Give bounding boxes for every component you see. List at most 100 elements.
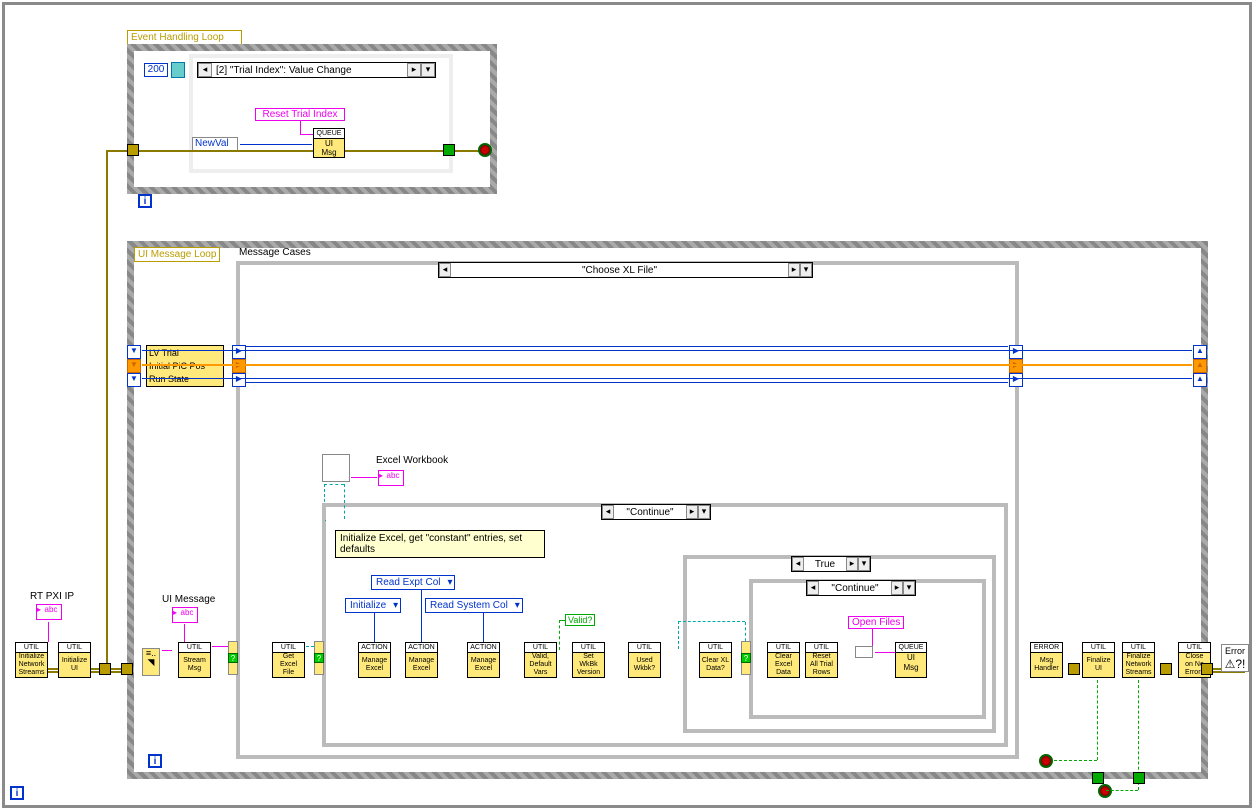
tunnel-icon: ▶ <box>1009 345 1023 359</box>
clear-excel-data-vi[interactable]: UTIL Clear Excel Data <box>767 642 800 678</box>
reset-all-trial-rows-vi[interactable]: UTIL Reset All Trial Rows <box>805 642 838 678</box>
continue-case-selector[interactable]: ◂ "Continue" ▸ ▾ <box>601 504 711 520</box>
shift-register-left: ▼ ▼ ▼ <box>127 345 141 387</box>
wire <box>246 382 1008 383</box>
next-case-icon[interactable]: ▸ <box>891 581 903 595</box>
sr-up-icon: ▲ <box>1193 373 1207 387</box>
util-band: UTIL <box>525 643 556 653</box>
rt-pxi-ip-control-icon[interactable]: abc <box>36 604 62 620</box>
ui-msg-queue-vi-2[interactable]: QUEUE UI Msg <box>895 642 927 678</box>
tunnel-icon: ▶ <box>1009 359 1023 373</box>
wire <box>559 620 560 650</box>
msg-handler-vi[interactable]: ERROR Msg Handler <box>1030 642 1063 678</box>
wire <box>374 612 375 642</box>
prev-case-icon[interactable]: ◂ <box>198 63 212 77</box>
selector-terminal-3: ? <box>741 641 751 675</box>
open-files-constant[interactable]: Open Files <box>848 616 904 629</box>
true-case-selector[interactable]: ◂ True ▸ ▾ <box>791 556 871 572</box>
tunnel <box>121 663 133 675</box>
valid-default-vars-vi[interactable]: UTIL Valid, Default Vars <box>524 642 557 678</box>
vi-body: Finalize Network Streams <box>1123 653 1154 677</box>
case-dropdown-icon[interactable]: ▾ <box>698 505 710 519</box>
wire <box>240 144 312 145</box>
case-dropdown-icon[interactable]: ▾ <box>421 63 435 77</box>
ui-msg-queue-vi[interactable]: QUEUE UI Msg <box>313 128 345 158</box>
finalize-network-streams-vi[interactable]: UTIL Finalize Network Streams <box>1122 642 1155 678</box>
stop-terminal-ui-loop <box>1039 754 1053 768</box>
next-case-icon[interactable]: ▸ <box>407 63 421 77</box>
queue-body: UI Msg <box>896 653 926 673</box>
wire <box>483 612 484 642</box>
manage-excel-1-vi[interactable]: ACTION Manage Excel <box>358 642 391 678</box>
get-excel-file-vi[interactable]: UTIL Get Excel File <box>272 642 305 678</box>
timeout-constant[interactable]: 200 <box>144 63 168 77</box>
next-case-icon[interactable]: ▸ <box>788 263 800 277</box>
wire <box>324 484 344 485</box>
vi-body: Clear XL Data? <box>700 653 731 677</box>
error-handler-vi[interactable]: Error ⚠?! <box>1221 644 1249 672</box>
wire <box>142 378 1192 379</box>
vi-body: Set WkBk Version <box>573 653 604 677</box>
wire <box>137 150 313 152</box>
initialize-network-streams-vi[interactable]: UTIL Initialize Network Streams <box>15 642 48 678</box>
wire <box>142 364 1192 366</box>
continue2-case-selector[interactable]: ◂ "Continue" ▸ ▾ <box>806 580 916 596</box>
error-wire-v1 <box>106 150 108 668</box>
queue-banner: QUEUE <box>896 643 926 653</box>
tunnel <box>1133 772 1145 784</box>
dequeue-node[interactable]: ≡..◥ <box>142 648 160 676</box>
wire <box>872 628 873 646</box>
read-system-col-ring[interactable]: Read System Col <box>425 598 523 613</box>
case-tunnel-right: ▶ ▶ ▶ <box>1009 345 1023 387</box>
wire <box>246 346 1008 347</box>
wire <box>678 621 679 649</box>
event-case-selector[interactable]: ◂ [2] "Trial Index": Value Change ▸ ▾ <box>197 62 436 78</box>
vi-body: Initialize Network Streams <box>16 653 47 677</box>
reset-trial-index-constant[interactable]: Reset Trial Index <box>255 108 345 121</box>
queue-body: UI Msg <box>314 139 344 157</box>
prev-case-icon[interactable]: ◂ <box>807 581 819 595</box>
selector-terminal-2: ? <box>314 641 324 675</box>
stop-tunnel <box>443 144 455 156</box>
manage-excel-2-vi[interactable]: ACTION Manage Excel <box>405 642 438 678</box>
event-loop-label: Event Handling Loop <box>127 30 242 45</box>
tunnel-icon: ▶ <box>232 345 246 359</box>
util-band: UTIL <box>273 643 304 653</box>
initialize-ui-vi[interactable]: UTIL Initialize UI <box>58 642 91 678</box>
prev-case-icon[interactable]: ◂ <box>602 505 614 519</box>
stop-terminal-outer-loop <box>1098 784 1112 798</box>
sr-up-icon: ▲ <box>1193 345 1207 359</box>
initialize-ring[interactable]: Initialize <box>345 598 401 613</box>
wire <box>345 150 491 152</box>
ui-message-label: UI Message <box>162 594 215 605</box>
case-dropdown-icon[interactable]: ▾ <box>858 557 870 571</box>
ui-message-loop-label: UI Message Loop <box>134 247 220 262</box>
tunnel <box>1068 663 1080 675</box>
prev-case-icon[interactable]: ◂ <box>792 557 804 571</box>
finalize-ui-vi[interactable]: UTIL Finalize UI <box>1082 642 1115 678</box>
excel-ref-node[interactable] <box>322 454 350 482</box>
vi-body: Finalize UI <box>1083 653 1114 677</box>
case-dropdown-icon[interactable]: ▾ <box>903 581 915 595</box>
stream-msg-vi[interactable]: UTIL Stream Msg <box>178 642 211 678</box>
used-wkbk-vi[interactable]: UTIL Used Wkbk? <box>628 642 661 678</box>
prev-case-icon[interactable]: ◂ <box>439 263 451 277</box>
sr-down-icon: ▼ <box>127 359 141 373</box>
next-case-icon[interactable]: ▸ <box>846 557 858 571</box>
error-band: ERROR <box>1031 643 1062 653</box>
case-label: "Choose XL File" <box>451 265 788 276</box>
case-dropdown-icon[interactable]: ▾ <box>800 263 812 277</box>
next-case-icon[interactable]: ▸ <box>686 505 698 519</box>
state-cluster: LV Trial Initial PiC Pos Run State <box>146 345 224 387</box>
selector-terminal: ? <box>228 641 238 675</box>
manage-excel-3-vi[interactable]: ACTION Manage Excel <box>467 642 500 678</box>
util-band: UTIL <box>629 643 660 653</box>
iteration-terminal-outer: i <box>10 786 24 800</box>
newval-terminal: NewVal <box>192 137 238 151</box>
cluster-line1: LV Trial <box>149 347 221 360</box>
read-expt-col-ring[interactable]: Read Expt Col <box>371 575 455 590</box>
message-case-selector[interactable]: ◂ "Choose XL File" ▸ ▾ <box>438 262 813 278</box>
set-wkbk-version-vi[interactable]: UTIL Set WkBk Version <box>572 642 605 678</box>
clear-xl-data-q-vi[interactable]: UTIL Clear XL Data? <box>699 642 732 678</box>
util-band: UTIL <box>179 643 210 653</box>
